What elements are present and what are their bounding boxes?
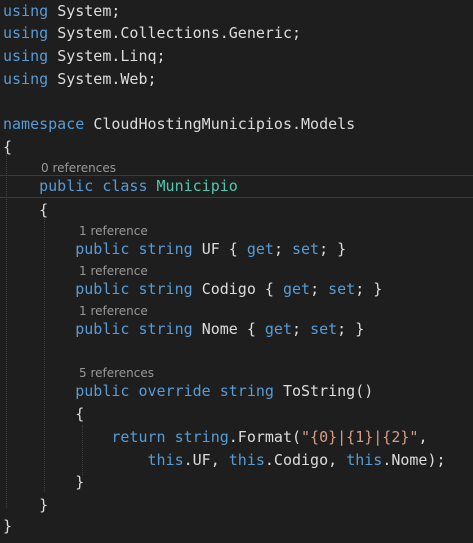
- keyword-string: string: [138, 240, 193, 258]
- codelens-tostring-references[interactable]: 5 references: [79, 365, 154, 381]
- codelens-uf-references[interactable]: 1 reference: [79, 223, 148, 239]
- keyword-public: public: [39, 177, 94, 195]
- close-brace: }: [39, 496, 49, 514]
- codelens-codigo-references[interactable]: 1 reference: [79, 263, 148, 279]
- property-name: UF: [201, 240, 220, 258]
- code-line-using-web[interactable]: using System.Web;: [3, 68, 157, 91]
- code-line-class-declaration[interactable]: public class Municipio: [3, 175, 238, 198]
- code-line-namespace-close[interactable]: }: [3, 515, 12, 538]
- property-name: Codigo: [201, 280, 256, 298]
- accessor-separator: ;: [310, 280, 329, 298]
- class-name: Municipio: [156, 177, 238, 195]
- code-line-method-close[interactable]: }: [3, 471, 84, 494]
- keyword-public: public: [75, 280, 130, 298]
- code-line-class-close[interactable]: }: [3, 494, 48, 517]
- code-line-class-open[interactable]: {: [3, 199, 48, 222]
- codelens-class-references[interactable]: 0 references: [41, 160, 116, 176]
- accessor-open: {: [228, 240, 247, 258]
- accessor-close: ; }: [337, 320, 365, 338]
- keyword-set: set: [328, 280, 356, 298]
- keyword-this: this: [346, 451, 383, 469]
- keyword-get: get: [282, 280, 311, 298]
- keyword-using: using: [3, 70, 49, 88]
- code-line-format-args[interactable]: this.UF, this.Codigo, this.Nome);: [3, 449, 446, 472]
- keyword-set: set: [292, 240, 320, 258]
- accessor-separator: ;: [273, 240, 292, 258]
- open-brace: {: [39, 201, 49, 219]
- format-call: .Format(: [228, 428, 302, 446]
- code-line-namespace[interactable]: namespace CloudHostingMunicipios.Models: [3, 113, 355, 136]
- code-line-using-linq[interactable]: using System.Linq;: [3, 45, 166, 68]
- code-line-property-nome[interactable]: public string Nome { get; set; }: [3, 318, 364, 341]
- property-name: Nome: [201, 320, 238, 338]
- namespace-ref: System.Linq;: [57, 47, 166, 65]
- keyword-public: public: [75, 320, 130, 338]
- namespace-name: CloudHostingMunicipios.Models: [93, 115, 356, 133]
- open-brace: {: [75, 405, 85, 423]
- arg-nome: .Nome);: [382, 451, 446, 469]
- accessor-open: {: [246, 320, 265, 338]
- keyword-using: using: [3, 2, 49, 20]
- accessor-close: ; }: [355, 280, 383, 298]
- open-brace: {: [3, 138, 13, 156]
- keyword-string: string: [174, 428, 229, 446]
- code-editor[interactable]: using System; using System.Collections.G…: [0, 0, 473, 543]
- code-line-namespace-open[interactable]: {: [3, 136, 12, 159]
- accessor-separator: ;: [292, 320, 311, 338]
- keyword-namespace: namespace: [3, 115, 85, 133]
- accessor-close: ; }: [319, 240, 347, 258]
- arg-codigo: .Codigo,: [264, 451, 347, 469]
- method-name: ToString(): [282, 382, 374, 400]
- namespace-ref: System.Collections.Generic;: [57, 24, 302, 42]
- keyword-using: using: [3, 24, 49, 42]
- code-line-using-generic[interactable]: using System.Collections.Generic;: [3, 22, 301, 45]
- comma: ,: [418, 428, 428, 446]
- keyword-return: return: [111, 428, 166, 446]
- keyword-get: get: [246, 240, 274, 258]
- code-line-method-tostring[interactable]: public override string ToString(): [3, 380, 373, 403]
- codelens-nome-references[interactable]: 1 reference: [79, 303, 148, 319]
- close-brace: }: [75, 473, 85, 491]
- keyword-string: string: [138, 320, 193, 338]
- format-string-literal: "{0}|{1}|{2}": [301, 428, 419, 446]
- namespace-ref: System;: [57, 2, 121, 20]
- keyword-set: set: [310, 320, 338, 338]
- keyword-string: string: [138, 280, 193, 298]
- keyword-using: using: [3, 47, 49, 65]
- accessor-open: {: [264, 280, 283, 298]
- keyword-this: this: [228, 451, 265, 469]
- code-line-method-open[interactable]: {: [3, 403, 84, 426]
- code-line-property-codigo[interactable]: public string Codigo { get; set; }: [3, 278, 382, 301]
- namespace-ref: System.Web;: [57, 70, 157, 88]
- keyword-public: public: [75, 240, 130, 258]
- code-line-property-uf[interactable]: public string UF { get; set; }: [3, 238, 346, 261]
- keyword-public: public: [75, 382, 130, 400]
- keyword-class: class: [102, 177, 148, 195]
- keyword-override: override: [138, 382, 211, 400]
- code-line-return[interactable]: return string.Format("{0}|{1}|{2}",: [3, 426, 427, 449]
- code-line-using-system[interactable]: using System;: [3, 0, 120, 23]
- arg-uf: .UF,: [183, 451, 229, 469]
- keyword-get: get: [264, 320, 292, 338]
- keyword-this: this: [147, 451, 184, 469]
- keyword-string: string: [219, 382, 274, 400]
- close-brace: }: [3, 517, 13, 535]
